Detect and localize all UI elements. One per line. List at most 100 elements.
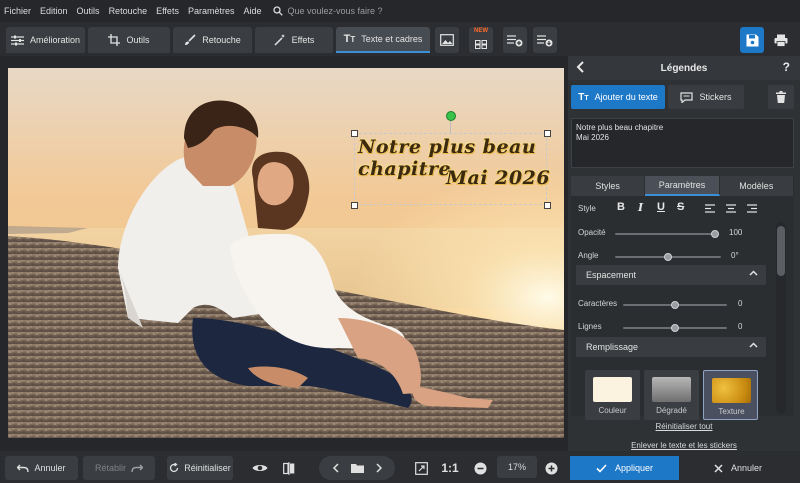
scrollbar-thumb[interactable] (777, 226, 785, 276)
caption-text-field[interactable]: Notre plus beau chapitre Mai 2026 (571, 118, 794, 168)
back-icon[interactable] (576, 61, 586, 76)
spacing-section-header[interactable]: Espacement (576, 265, 766, 285)
angle-slider[interactable] (615, 253, 721, 261)
folder-icon[interactable] (350, 463, 364, 473)
subtab-modeles[interactable]: Modèles (719, 176, 794, 196)
zoom-in-button[interactable] (541, 456, 561, 480)
sticker-icon (680, 91, 694, 103)
chevron-right-icon[interactable] (375, 463, 383, 473)
menu-fichier[interactable]: Fichier (4, 6, 31, 16)
reset-button[interactable]: Réinitialiser (167, 456, 233, 480)
compare-icon (283, 461, 295, 475)
redo-button[interactable]: Rétablir (83, 456, 155, 480)
search-box[interactable]: Que voulez-vous faire ? (272, 6, 383, 16)
preview-button[interactable] (248, 456, 272, 480)
lines-slider[interactable] (623, 324, 727, 332)
align-center-icon[interactable] (726, 204, 736, 213)
caption-line-2: Mai 2026 (446, 167, 551, 189)
stickers-button[interactable]: Stickers (668, 85, 744, 109)
fill-section-header[interactable]: Remplissage (576, 337, 766, 357)
color-swatch (593, 377, 632, 402)
menu-retouche[interactable]: Retouche (109, 6, 148, 16)
characters-slider[interactable] (623, 301, 727, 309)
chevron-up-icon (749, 342, 758, 348)
actual-size-button[interactable]: 1:1 (438, 456, 462, 480)
menu-edition[interactable]: Edition (40, 6, 68, 16)
fit-screen-button[interactable] (410, 456, 432, 480)
fill-option-texture[interactable]: Texture (703, 370, 758, 420)
strikethrough-button[interactable]: S (677, 201, 684, 213)
angle-slider-knob[interactable] (664, 253, 672, 261)
undo-icon (17, 464, 30, 472)
add-text-button[interactable]: TT Ajouter du texte (571, 85, 665, 109)
characters-slider-knob[interactable] (671, 301, 679, 309)
zoom-level-field[interactable]: 17% (497, 456, 537, 478)
save-button[interactable] (740, 27, 764, 53)
opacity-slider[interactable] (615, 230, 719, 238)
gradient-swatch (652, 377, 691, 402)
menu-aide[interactable]: Aide (243, 6, 261, 16)
resize-handle-top-left[interactable] (351, 130, 358, 137)
help-icon[interactable]: ? (783, 60, 790, 74)
save-icon (746, 34, 758, 46)
panel-scrollbar[interactable] (776, 222, 786, 414)
compare-button[interactable] (277, 456, 301, 480)
redo-icon (131, 464, 143, 472)
lines-value: 0 (738, 322, 743, 331)
lines-slider-knob[interactable] (671, 324, 679, 332)
italic-button[interactable]: I (638, 201, 643, 214)
zoom-out-button[interactable] (470, 456, 490, 480)
tab-retouche[interactable]: Retouche (173, 27, 252, 53)
fill-option-label: Dégradé (656, 406, 687, 415)
opacity-value: 100 (729, 228, 743, 237)
image-frame-button[interactable] (435, 27, 459, 53)
apply-button[interactable]: Appliquer (570, 456, 679, 480)
reset-all-link[interactable]: Réinitialiser tout (568, 422, 800, 431)
characters-label: Caractères (578, 299, 618, 308)
cancel-button[interactable]: Annuler (683, 456, 793, 480)
opacity-slider-knob[interactable] (711, 230, 719, 238)
new-badge: NEW (474, 28, 488, 34)
search-placeholder[interactable]: Que voulez-vous faire ? (288, 6, 383, 16)
add-text-label: Ajouter du texte (594, 92, 658, 102)
tab-effets[interactable]: Effets (255, 27, 333, 53)
print-button[interactable] (769, 27, 793, 53)
eye-icon (252, 465, 268, 471)
menu-outils[interactable]: Outils (77, 6, 100, 16)
zoom-in-icon (545, 462, 557, 474)
subtab-styles[interactable]: Styles (571, 176, 646, 196)
tab-label: Outils (126, 35, 150, 45)
subtab-parametres[interactable]: Paramètres (645, 176, 720, 196)
resize-handle-bottom-left[interactable] (351, 202, 358, 209)
text-field-line-2: Mai 2026 (576, 133, 609, 142)
rotate-handle-line (450, 120, 451, 133)
canvas-area: Notre plus beau chapitre Mai 2026 (0, 56, 568, 451)
tab-texte-et-cadres[interactable]: TT Texte et cadres (336, 27, 430, 53)
menu-parametres[interactable]: Paramètres (188, 6, 235, 16)
magic-wand-icon (274, 34, 285, 46)
underline-button[interactable]: U (657, 201, 665, 213)
checkmark-icon (596, 463, 607, 473)
add-layers-icon (507, 34, 523, 46)
remove-text-stickers-link[interactable]: Enlever le texte et les stickers (568, 441, 800, 450)
fill-section-title: Remplissage (586, 342, 639, 352)
chevron-left-icon[interactable] (332, 463, 340, 473)
rotate-handle[interactable] (446, 111, 456, 121)
align-right-icon[interactable] (747, 204, 757, 213)
delete-button[interactable] (768, 85, 794, 109)
align-left-icon[interactable] (705, 204, 715, 213)
bold-button[interactable]: B (617, 201, 625, 213)
tab-amelioration[interactable]: Amélioration (6, 27, 85, 53)
apply-label: Appliquer (614, 463, 654, 473)
add-adjustment-button[interactable] (503, 27, 527, 53)
download-adjustment-button[interactable] (533, 27, 557, 53)
photo-canvas[interactable] (8, 68, 564, 438)
fill-option-degrade[interactable]: Dégradé (644, 370, 699, 420)
tab-outils[interactable]: Outils (88, 27, 170, 53)
fill-option-couleur[interactable]: Couleur (585, 370, 640, 420)
undo-button[interactable]: Annuler (5, 456, 78, 480)
menu-effets[interactable]: Effets (156, 6, 179, 16)
new-feature-button[interactable]: NEW (469, 27, 493, 53)
resize-handle-bottom-right[interactable] (544, 202, 551, 209)
captions-panel: Légendes ? TT Ajouter du texte Stickers … (568, 56, 800, 451)
